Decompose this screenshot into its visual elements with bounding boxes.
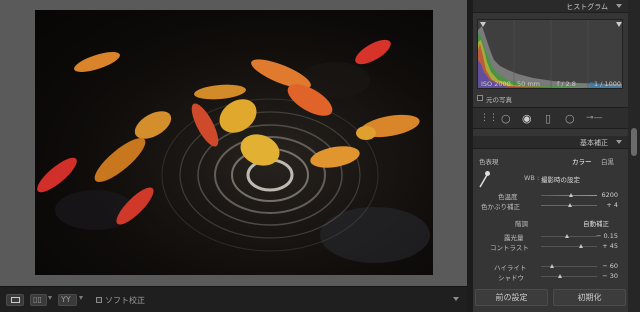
- panel-scrollbar[interactable]: [628, 0, 640, 312]
- collapse-chevron-icon[interactable]: [616, 140, 622, 144]
- soft-proof-label: ソフト校正: [105, 296, 145, 305]
- original-photo-checkbox[interactable]: [477, 95, 483, 101]
- tool-strip: ⋮⋮ ○ ◉ ▯ ○ ⊸—: [473, 107, 628, 129]
- collapse-chevron-icon[interactable]: [616, 4, 622, 8]
- auto-tone-button[interactable]: 自動補正: [583, 218, 609, 228]
- contrast-value[interactable]: + 45: [602, 242, 618, 250]
- before-after-tb-button[interactable]: YY: [58, 294, 77, 306]
- histogram-iso: ISO 2000: [481, 80, 511, 88]
- panel-scrollbar-thumb[interactable]: [631, 128, 637, 156]
- contrast-slider-knob[interactable]: [578, 244, 583, 248]
- exposure-slider[interactable]: [541, 234, 597, 238]
- chevron-down-icon[interactable]: [79, 296, 83, 300]
- tint-value[interactable]: + 4: [606, 201, 618, 209]
- develop-right-panel: ヒストグラム ISO 2000 50 mm f / 2.8 1 / 1000 元…: [473, 0, 628, 312]
- temp-slider-knob[interactable]: [569, 193, 574, 197]
- treatment-bw-option[interactable]: 白黒: [601, 156, 614, 166]
- red-eye-icon[interactable]: ◉: [522, 113, 532, 124]
- highlights-value[interactable]: − 60: [602, 262, 618, 270]
- previous-settings-button[interactable]: 前の設定: [475, 289, 548, 306]
- treatment-label: 色表現: [479, 158, 499, 166]
- temp-value[interactable]: 6200: [601, 191, 618, 199]
- histogram-graph: [478, 20, 622, 88]
- before-after-lr-button[interactable]: ▯▯: [30, 294, 47, 306]
- photo-leaves-image: [35, 10, 433, 275]
- histogram-shutter: 1 / 1000: [594, 80, 621, 88]
- tint-slider-knob[interactable]: [567, 203, 572, 207]
- soft-proof-checkbox[interactable]: [96, 297, 102, 303]
- histogram-panel-title: ヒストグラム: [566, 3, 608, 11]
- graduated-filter-icon[interactable]: ▯: [545, 113, 551, 124]
- tint-label: 色かぶり補正: [481, 203, 520, 211]
- chevron-down-icon[interactable]: [48, 296, 52, 300]
- loupe-view-button[interactable]: [6, 294, 24, 306]
- eyedropper-icon[interactable]: [477, 169, 491, 189]
- shadows-label: シャドウ: [498, 274, 524, 282]
- toolbar-menu-chevron-icon[interactable]: [453, 297, 459, 301]
- crop-grid-icon[interactable]: ⋮⋮: [480, 113, 498, 124]
- histogram-aperture: f / 2.8: [557, 80, 576, 88]
- wb-select[interactable]: 撮影時の設定: [541, 174, 580, 184]
- photo-preview[interactable]: [35, 10, 433, 275]
- temp-slider[interactable]: [541, 193, 597, 197]
- tone-label: 階調: [515, 220, 528, 228]
- before-after-lr-icon: ▯▯: [33, 295, 42, 304]
- radial-filter-icon[interactable]: ○: [565, 113, 575, 124]
- highlights-slider-knob[interactable]: [549, 264, 554, 268]
- histogram-panel-header[interactable]: ヒストグラム: [473, 0, 628, 13]
- reset-button[interactable]: 初期化: [553, 289, 626, 306]
- treatment-color-option[interactable]: カラー: [572, 156, 592, 166]
- histogram[interactable]: ISO 2000 50 mm f / 2.8 1 / 1000: [477, 19, 623, 89]
- adjustment-brush-icon[interactable]: ⊸—: [586, 113, 603, 124]
- exposure-slider-knob[interactable]: [565, 234, 570, 238]
- exposure-label: 露光量: [504, 234, 524, 242]
- bottom-toolbar: ▯▯ YY ソフト校正: [0, 286, 467, 312]
- temp-label: 色温度: [498, 193, 518, 201]
- highlights-label: ハイライト: [494, 264, 527, 272]
- shadows-slider[interactable]: [541, 274, 597, 278]
- exposure-value[interactable]: − 0.15: [596, 232, 618, 240]
- spot-removal-icon[interactable]: ○: [501, 113, 511, 124]
- loupe-view-icon: [11, 297, 20, 303]
- before-after-tb-icon: YY: [61, 295, 71, 304]
- contrast-label: コントラスト: [490, 244, 529, 252]
- preview-canvas[interactable]: [0, 0, 467, 286]
- original-photo-label: 元の写真: [486, 96, 512, 104]
- tint-slider[interactable]: [541, 203, 597, 207]
- highlights-slider[interactable]: [541, 264, 597, 268]
- wb-label: WB :: [524, 174, 540, 182]
- shadows-slider-knob[interactable]: [558, 274, 563, 278]
- basic-panel-title: 基本補正: [580, 139, 608, 147]
- shadows-value[interactable]: − 30: [602, 272, 618, 280]
- basic-panel-header[interactable]: 基本補正: [473, 136, 628, 149]
- contrast-slider[interactable]: [541, 244, 597, 248]
- histogram-focal: 50 mm: [517, 80, 541, 88]
